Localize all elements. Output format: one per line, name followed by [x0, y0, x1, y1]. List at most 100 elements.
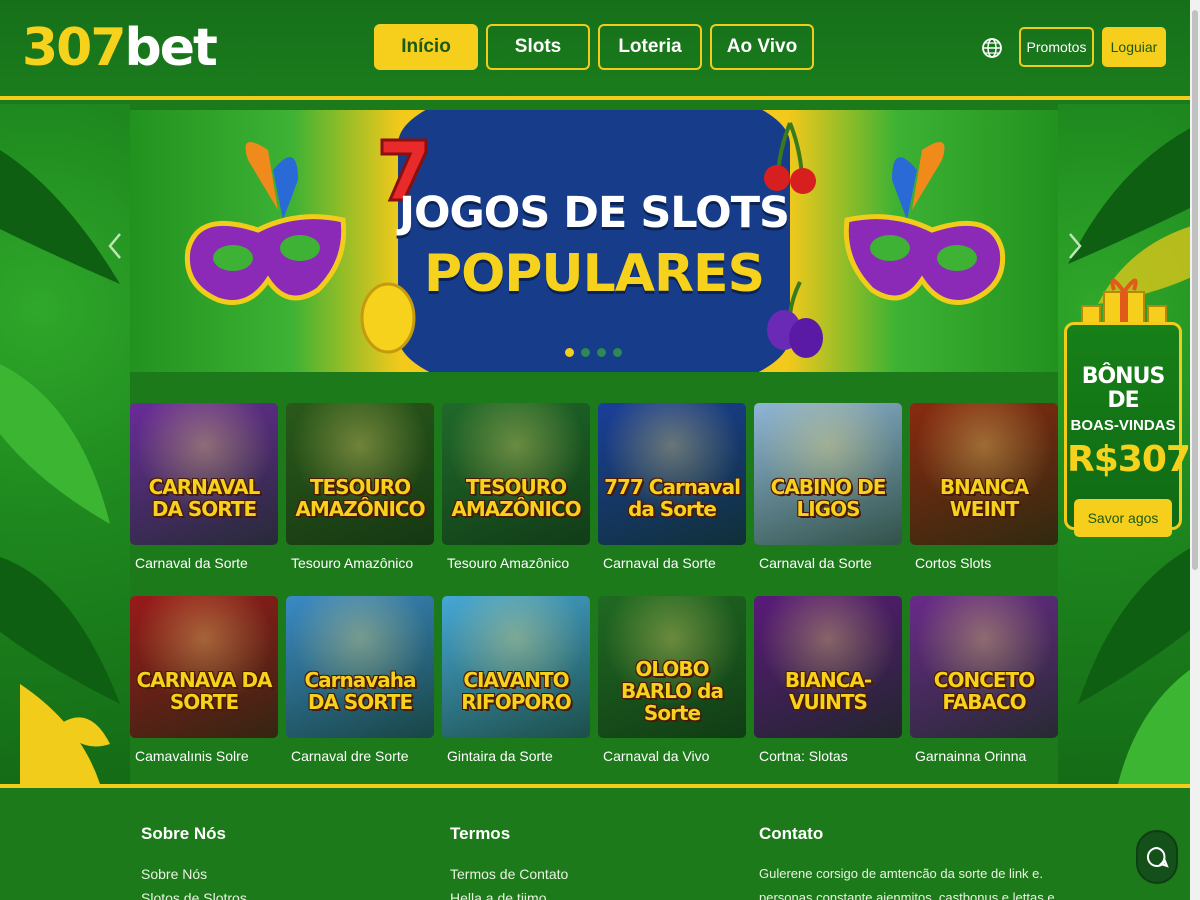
- scrollbar-thumb[interactable]: [1192, 10, 1198, 570]
- footer-contact-line1: Gulerene corsigo de amtencão da sorte de…: [759, 866, 1044, 881]
- game-card[interactable]: TESOURO AMAZÔNICO Tesouro Amazônico: [442, 403, 590, 571]
- hero-banner[interactable]: JOGOS DE SLOTS POPULARES: [130, 110, 1058, 372]
- game-label[interactable]: Carnaval da Vivo: [598, 748, 746, 764]
- footer-terms-column: Termos Termos de Contato Hella a de tiim…: [450, 824, 568, 900]
- game-thumbnail[interactable]: Carnavaha DA SORTE: [286, 596, 434, 738]
- game-thumb-title: 777 Carnaval da Sorte: [604, 475, 741, 521]
- bonus-amount: R$307: [1067, 439, 1191, 480]
- carousel-dots: [565, 348, 622, 357]
- chat-support-button[interactable]: [1136, 830, 1178, 884]
- left-jungle-background: [0, 104, 130, 784]
- game-thumbnail[interactable]: TESOURO AMAZÔNICO: [442, 403, 590, 545]
- game-card[interactable]: CARNAVAL DA SORTE Carnaval da Sorte: [130, 403, 278, 571]
- game-card[interactable]: BNANCA WEINT Cortos Slots: [910, 403, 1058, 571]
- game-thumb-title: CARNAVA DA SORTE: [136, 668, 272, 714]
- game-label[interactable]: Camavalınis Solre: [130, 748, 278, 764]
- game-card[interactable]: OLOBO BARLO da Sorte Carnaval da Vivo: [598, 596, 746, 764]
- site-footer: Sobre Nós Sobre Nós Slotos de Slotros Te…: [0, 784, 1190, 900]
- footer-contact-title: Contato: [759, 824, 824, 843]
- game-thumbnail[interactable]: TESOURO AMAZÔNICO: [286, 403, 434, 545]
- promotions-button[interactable]: Promotos: [1019, 27, 1094, 67]
- carousel-dot-3[interactable]: [597, 348, 606, 357]
- game-card[interactable]: CABINO DE LIGOS Carnaval da Sorte: [754, 403, 902, 571]
- game-thumb-title: CARNAVAL DA SORTE: [148, 475, 261, 521]
- right-carnival-mask-icon: [843, 142, 1006, 305]
- globe-icon[interactable]: [980, 36, 1004, 60]
- game-thumbnail[interactable]: 777 Carnaval da Sorte: [598, 403, 746, 545]
- bonus-title: BÔNUS DE: [1081, 364, 1166, 413]
- footer-contact-line2: personas constante aienmitos, castbonus …: [759, 890, 1055, 900]
- nav-inicio[interactable]: Início: [374, 24, 478, 70]
- game-thumbnail[interactable]: CARNAVA DA SORTE: [130, 596, 278, 738]
- game-thumb-title: BIANCA-VUINTS: [784, 668, 872, 714]
- game-row-1: CARNAVAL DA SORTE Carnaval da Sorte TESOU…: [130, 403, 1060, 571]
- game-thumbnail[interactable]: CABINO DE LIGOS: [754, 403, 902, 545]
- carousel-dot-4[interactable]: [613, 348, 622, 357]
- game-card[interactable]: Carnavaha DA SORTE Carnaval dre Sorte: [286, 596, 434, 764]
- game-thumbnail[interactable]: OLOBO BARLO da Sorte: [598, 596, 746, 738]
- game-grid: CARNAVAL DA SORTE Carnaval da Sorte TESOU…: [130, 403, 1060, 789]
- game-thumb-title: BNANCA WEINT: [939, 475, 1029, 521]
- logo-number: 307: [22, 18, 127, 78]
- game-card[interactable]: CARNAVA DA SORTE Camavalınis Solre: [130, 596, 278, 764]
- carousel-dot-1[interactable]: [565, 348, 574, 357]
- nav-slots[interactable]: Slots: [486, 24, 590, 70]
- footer-link-help[interactable]: Hella a de tiimo: [450, 886, 568, 900]
- game-card[interactable]: 777 Carnaval da Sorte Carnaval da Sorte: [598, 403, 746, 571]
- nav-ao-vivo[interactable]: Ao Vivo: [710, 24, 814, 70]
- game-label[interactable]: Carnaval da Sorte: [754, 555, 902, 571]
- footer-contact-column: Contato Gulerene corsigo de amtencão da …: [759, 824, 1059, 900]
- page-scrollbar[interactable]: [1190, 0, 1200, 900]
- game-label[interactable]: Carnaval da Sorte: [130, 555, 278, 571]
- footer-about-column: Sobre Nós Sobre Nós Slotos de Slotros: [141, 824, 247, 900]
- login-button[interactable]: Loguiar: [1102, 27, 1166, 67]
- game-thumb-title: OLOBO BARLO da Sorte: [621, 657, 724, 725]
- game-card[interactable]: CIAVANTO RIFOPORO Gintaira da Sorte: [442, 596, 590, 764]
- site-header: 307bet Início Slots Loteria Ao Vivo Prom…: [0, 0, 1190, 100]
- game-label[interactable]: Cortos Slots: [910, 555, 1058, 571]
- game-thumbnail[interactable]: BNANCA WEINT: [910, 403, 1058, 545]
- footer-terms-title: Termos: [450, 824, 511, 843]
- main-nav: Início Slots Loteria Ao Vivo: [374, 24, 814, 70]
- game-row-2: CARNAVA DA SORTE Camavalınis Solre Carnav…: [130, 596, 1060, 764]
- footer-link-terms[interactable]: Termos de Contato: [450, 862, 568, 886]
- game-card[interactable]: BIANCA-VUINTS Cortna: Slotas: [754, 596, 902, 764]
- carousel-prev-icon[interactable]: [108, 232, 122, 260]
- game-card[interactable]: TESOURO AMAZÔNICO Tesouro Amazônico: [286, 403, 434, 571]
- game-label[interactable]: Carnaval dre Sorte: [286, 748, 434, 764]
- footer-link-slots[interactable]: Slotos de Slotros: [141, 886, 247, 900]
- game-thumb-title: TESOURO AMAZÔNICO: [451, 475, 581, 521]
- bonus-subtitle: BOAS-VINDAS: [1070, 417, 1176, 434]
- game-thumb-title: CIAVANTO RIFOPORO: [461, 668, 572, 714]
- game-thumb-title: Carnavaha DA SORTE: [304, 668, 416, 714]
- game-label[interactable]: Tesouro Amazônico: [286, 555, 434, 571]
- carousel-dot-2[interactable]: [581, 348, 590, 357]
- welcome-bonus-card[interactable]: BÔNUS DE BOAS-VINDAS R$307 Savor agos: [1064, 322, 1191, 537]
- hero-center-panel: [398, 110, 790, 372]
- footer-link-about[interactable]: Sobre Nós: [141, 862, 247, 886]
- game-card[interactable]: CONCETO FABACO Garnainna Orinna: [910, 596, 1058, 764]
- footer-about-title: Sobre Nós: [141, 824, 227, 843]
- nav-loteria[interactable]: Loteria: [598, 24, 702, 70]
- game-label[interactable]: Carnaval da Sorte: [598, 555, 746, 571]
- chat-bubble-icon: [1146, 846, 1169, 868]
- game-label[interactable]: Garnainna Orinna: [910, 748, 1058, 764]
- carousel-next-icon[interactable]: [1068, 232, 1082, 260]
- logo[interactable]: 307bet: [22, 18, 218, 78]
- game-thumbnail[interactable]: CONCETO FABACO: [910, 596, 1058, 738]
- claim-bonus-button[interactable]: Savor agos: [1074, 499, 1172, 537]
- hero-title-line1: JOGOS DE SLOTS: [398, 188, 790, 238]
- game-thumbnail[interactable]: CIAVANTO RIFOPORO: [442, 596, 590, 738]
- cherry-icon: [764, 122, 816, 194]
- game-label[interactable]: Gintaira da Sorte: [442, 748, 590, 764]
- game-label[interactable]: Tesouro Amazônico: [442, 555, 590, 571]
- game-thumb-title: TESOURO AMAZÔNICO: [295, 475, 425, 521]
- game-thumbnail[interactable]: BIANCA-VUINTS: [754, 596, 902, 738]
- hero-title-line2: POPULARES: [423, 244, 765, 304]
- game-thumb-title: CONCETO FABACO: [933, 668, 1035, 714]
- left-carnival-mask-icon: [184, 142, 347, 305]
- logo-word: bet: [124, 18, 218, 78]
- game-thumbnail[interactable]: CARNAVAL DA SORTE: [130, 403, 278, 545]
- game-thumb-title: CABINO DE LIGOS: [770, 475, 887, 521]
- game-label[interactable]: Cortna: Slotas: [754, 748, 902, 764]
